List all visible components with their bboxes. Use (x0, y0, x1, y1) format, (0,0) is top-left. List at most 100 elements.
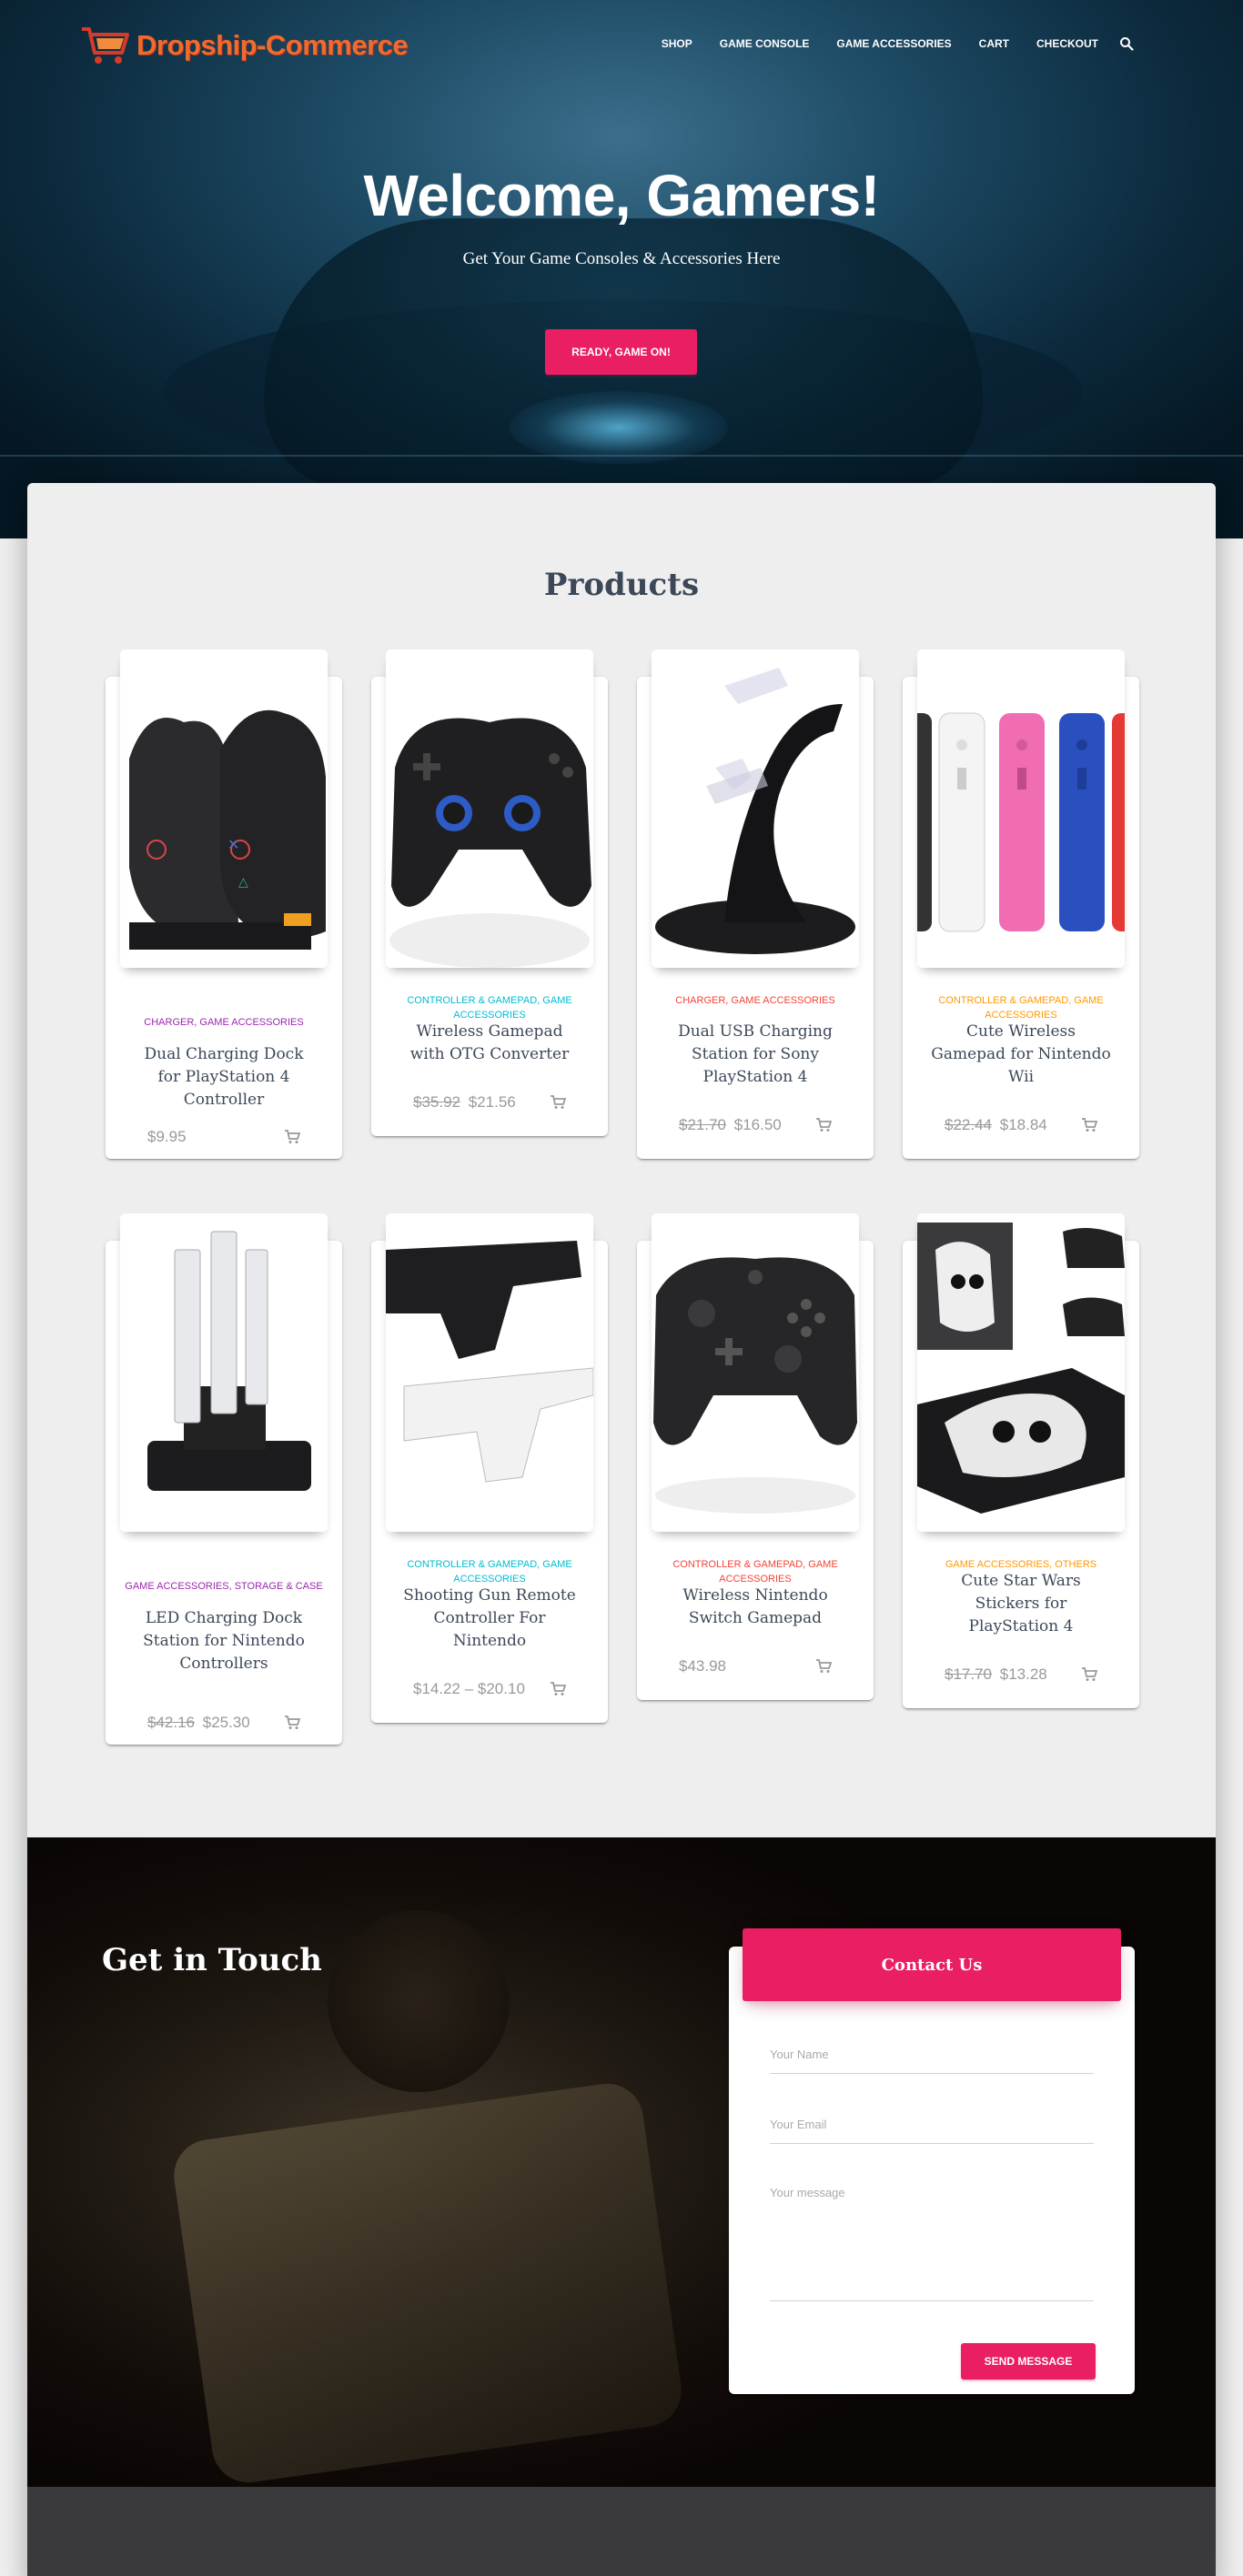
shooting-gun-image (386, 1213, 593, 1532)
product-price: $9.95 (147, 1128, 187, 1146)
product-price: $43.98 (679, 1657, 726, 1675)
contact-background-controller (169, 2078, 686, 2487)
contact-title: Get in Touch (102, 1942, 322, 1978)
wireless-gamepad-image (386, 649, 593, 968)
product-name[interactable]: Cute Star Wars Stickers for PlayStation … (930, 1570, 1112, 1638)
product-price-old: $35.92 (413, 1093, 460, 1111)
product-card[interactable]: CONTROLLER & GAMEPAD, GAME ACCESSORIES C… (903, 649, 1139, 1159)
product-price: $21.70 $16.50 (679, 1116, 782, 1134)
navbar: Dropship-Commerce SHOP GAME CONSOLE GAME… (0, 0, 1243, 91)
brand-name: Dropship-Commerce (136, 29, 409, 61)
name-field-placeholder: Your Name (770, 2048, 829, 2061)
hero-title: Welcome, Gamers! (363, 163, 880, 228)
product-category[interactable]: CONTROLLER & GAMEPAD, GAME ACCESSORIES (655, 1557, 855, 1586)
name-field[interactable]: Your Name (770, 2047, 1094, 2074)
cart-logo-icon (82, 27, 129, 64)
product-price: $22.44 $18.84 (945, 1116, 1047, 1134)
search-icon[interactable] (1119, 36, 1134, 51)
product-image[interactable] (652, 1213, 859, 1532)
product-category[interactable]: CONTROLLER & GAMEPAD, GAME ACCESSORIES (389, 1557, 590, 1586)
product-price: $14.22 – $20.10 (413, 1680, 525, 1698)
product-category[interactable]: GAME ACCESSORIES, STORAGE & CASE (124, 1579, 324, 1594)
product-image[interactable] (917, 1213, 1125, 1532)
switch-gamepad-image (652, 1213, 859, 1532)
contact-form-card: Contact Us Your Name Your Email Your mes… (729, 1928, 1135, 2394)
svg-text:△: △ (238, 874, 248, 889)
wii-remotes-image (917, 649, 1125, 968)
add-to-cart-icon[interactable] (550, 1682, 566, 1696)
product-price-current: $25.30 (202, 1714, 250, 1731)
product-price-current: $18.84 (999, 1116, 1047, 1133)
nav-game-console[interactable]: GAME CONSOLE (706, 37, 824, 50)
product-price-current: $16.50 (733, 1116, 782, 1133)
product-price-current: $14.22 – $20.10 (413, 1680, 525, 1697)
hero-section: Dropship-Commerce SHOP GAME CONSOLE GAME… (0, 0, 1243, 538)
nav-shop[interactable]: SHOP (648, 37, 706, 50)
product-name[interactable]: LED Charging Dock Station for Nintendo C… (133, 1607, 315, 1675)
product-card[interactable]: GAME ACCESSORIES, STORAGE & CASE LED Cha… (106, 1213, 342, 1745)
email-field-placeholder: Your Email (770, 2118, 827, 2131)
product-price-current: $43.98 (679, 1657, 726, 1675)
product-image[interactable] (917, 649, 1125, 968)
product-card[interactable]: CONTROLLER & GAMEPAD, GAME ACCESSORIES W… (371, 649, 608, 1136)
product-image[interactable] (652, 649, 859, 968)
product-card[interactable]: CHARGER, GAME ACCESSORIES Dual USB Charg… (637, 649, 874, 1159)
add-to-cart-icon[interactable] (1081, 1667, 1097, 1682)
product-card[interactable]: CONTROLLER & GAMEPAD, GAME ACCESSORIES S… (371, 1213, 608, 1723)
product-card[interactable]: CONTROLLER & GAMEPAD, GAME ACCESSORIES W… (637, 1213, 874, 1700)
usb-charging-station-image (652, 649, 859, 968)
contact-form-header: Contact Us (743, 1928, 1121, 2001)
brand-logo[interactable]: Dropship-Commerce (80, 24, 409, 67)
product-image[interactable]: ✕ △ (120, 649, 328, 968)
add-to-cart-icon[interactable] (284, 1716, 300, 1730)
hero-subtitle: Get Your Game Consoles & Accessories Her… (462, 249, 781, 268)
product-name[interactable]: Dual USB Charging Station for Sony PlayS… (664, 1021, 846, 1089)
product-price-old: $17.70 (945, 1665, 992, 1683)
add-to-cart-icon[interactable] (284, 1130, 300, 1144)
product-price: $42.16 $25.30 (147, 1714, 250, 1732)
message-field-placeholder: Your message (770, 2186, 845, 2199)
product-category[interactable]: CHARGER, GAME ACCESSORIES (655, 993, 855, 1008)
product-category[interactable]: CHARGER, GAME ACCESSORIES (124, 1015, 324, 1030)
product-image[interactable] (386, 649, 593, 968)
star-wars-stickers-image (917, 1213, 1125, 1532)
email-field[interactable]: Your Email (770, 2117, 1094, 2144)
main-nav: SHOP GAME CONSOLE GAME ACCESSORIES CART … (648, 36, 1134, 51)
product-price-old: $42.16 (147, 1714, 195, 1731)
ps4-charging-dock-image: ✕ △ (120, 649, 328, 968)
product-name[interactable]: Dual Charging Dock for PlayStation 4 Con… (133, 1043, 315, 1112)
contact-background-knob (328, 1910, 510, 2092)
add-to-cart-icon[interactable] (815, 1118, 832, 1132)
nav-game-accessories[interactable]: GAME ACCESSORIES (823, 37, 965, 50)
led-charging-dock-image (120, 1213, 328, 1532)
message-field[interactable]: Your message (770, 2185, 1094, 2301)
hero-background-reflection (0, 455, 1243, 457)
main-content: Products ✕ △ CHARGER, GAME ACCESSORIES D… (27, 483, 1216, 2576)
nav-cart[interactable]: CART (965, 37, 1023, 50)
add-to-cart-icon[interactable] (550, 1095, 566, 1110)
contact-section: Get in Touch Contact Us Your Name Your E… (27, 1837, 1216, 2487)
hero-background-glow (510, 391, 728, 464)
product-price-old: $21.70 (679, 1116, 726, 1133)
product-price: $35.92 $21.56 (413, 1093, 516, 1112)
add-to-cart-icon[interactable] (815, 1659, 832, 1674)
send-message-button[interactable]: SEND MESSAGE (961, 2343, 1096, 2380)
product-card[interactable]: GAME ACCESSORIES, OTHERS Cute Star Wars … (903, 1213, 1139, 1708)
product-category[interactable]: CONTROLLER & GAMEPAD, GAME ACCESSORIES (389, 993, 590, 1022)
product-image[interactable] (386, 1213, 593, 1532)
product-price: $17.70 $13.28 (945, 1665, 1047, 1684)
add-to-cart-icon[interactable] (1081, 1118, 1097, 1132)
svg-text:✕: ✕ (227, 838, 239, 853)
product-price-current: $13.28 (999, 1665, 1047, 1683)
product-name[interactable]: Wireless Gamepad with OTG Converter (399, 1021, 581, 1066)
product-name[interactable]: Wireless Nintendo Switch Gamepad (664, 1585, 846, 1630)
nav-checkout[interactable]: CHECKOUT (1023, 37, 1112, 50)
product-price-current: $9.95 (147, 1128, 187, 1145)
product-category[interactable]: CONTROLLER & GAMEPAD, GAME ACCESSORIES (921, 993, 1121, 1022)
product-price-current: $21.56 (468, 1093, 516, 1111)
product-card[interactable]: ✕ △ CHARGER, GAME ACCESSORIES Dual Charg… (106, 649, 342, 1159)
hero-cta-button[interactable]: READY, GAME ON! (545, 329, 697, 375)
product-name[interactable]: Shooting Gun Remote Controller For Ninte… (399, 1585, 581, 1653)
product-name[interactable]: Cute Wireless Gamepad for Nintendo Wii (930, 1021, 1112, 1089)
product-image[interactable] (120, 1213, 328, 1532)
